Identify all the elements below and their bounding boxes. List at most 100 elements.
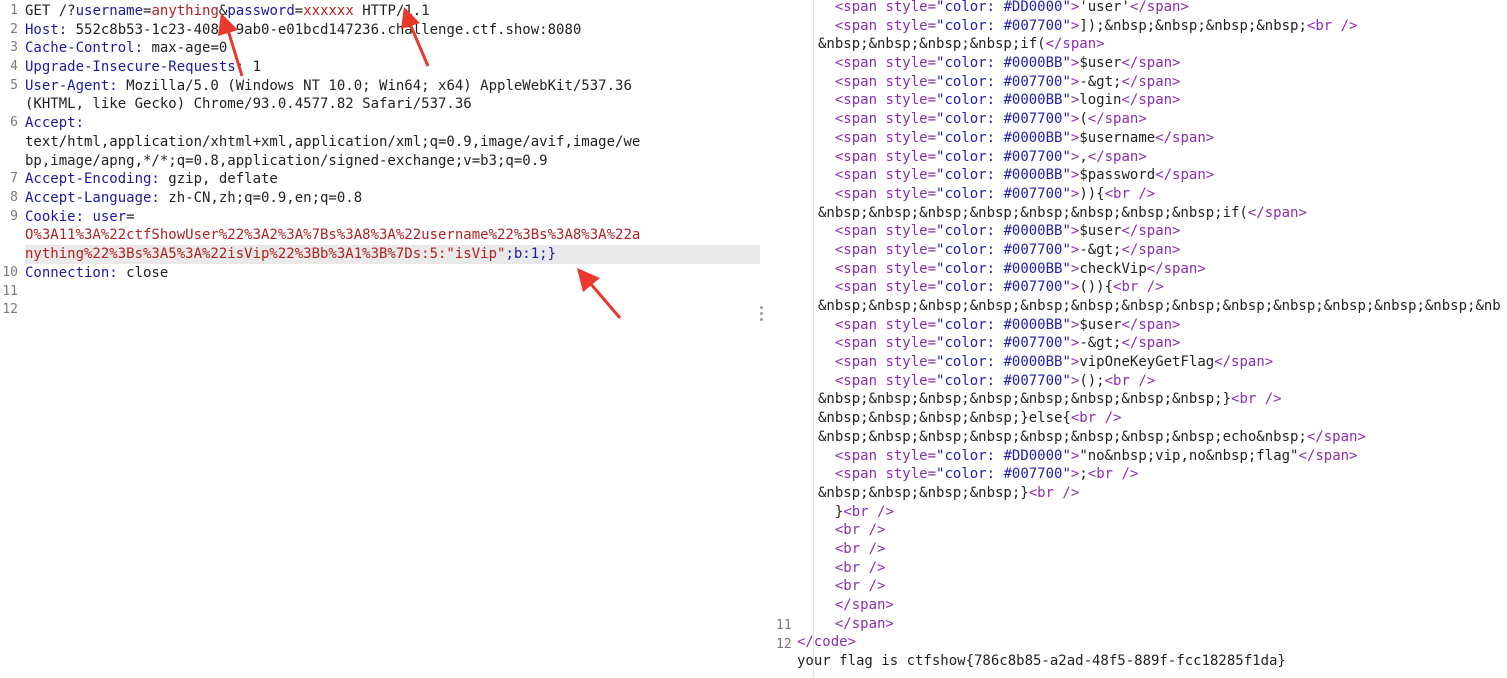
code-token: 'user' bbox=[1079, 0, 1130, 15]
html-tag: </span> bbox=[1306, 428, 1366, 445]
html-attr: style= bbox=[877, 17, 937, 34]
html-tag: </span> bbox=[1121, 335, 1181, 352]
line-number: 12 bbox=[776, 636, 792, 652]
request-line-gutter: 1 2 3 4 5 6 7 8 9 10 11 12 bbox=[0, 0, 22, 678]
code-token: &nbsp;&nbsp;&nbsp;&nbsp;}else{ bbox=[818, 410, 1071, 427]
response-line: <span style="color: #DD0000">"no&nbsp;vi… bbox=[818, 447, 1507, 466]
html-attr: style= bbox=[877, 129, 937, 146]
header-upgrade-insecure: Upgrade-Insecure-Requests: 1 bbox=[25, 59, 262, 76]
flag-output: your flag is ctfshow{786c8b85-a2ad-48f5-… bbox=[797, 652, 1507, 671]
response-line: <span style="color: #007700">;<br /> bbox=[818, 465, 1507, 484]
response-viewer[interactable]: <span style="color: #DD0000">'user'</spa… bbox=[797, 0, 1507, 671]
html-attr: style= bbox=[877, 167, 937, 184]
html-tag: </span> bbox=[1121, 223, 1181, 240]
code-token: ()){ bbox=[1079, 279, 1114, 296]
response-line: <span style="color: #0000BB">login</span… bbox=[818, 91, 1507, 110]
html-tag: <span bbox=[834, 185, 878, 202]
code-token: &nbsp;&nbsp;&nbsp;&nbsp;} bbox=[818, 484, 1029, 501]
html-tag: </span> bbox=[1121, 241, 1181, 258]
html-attr: style= bbox=[877, 279, 937, 296]
html-attr-value: "color: #007700" bbox=[936, 372, 1071, 389]
html-tag: <br /> bbox=[834, 522, 886, 539]
response-line: <span style="color: #0000BB">$user</span… bbox=[818, 54, 1507, 73]
code-token: , bbox=[1079, 148, 1088, 165]
code-token: &nbsp;&nbsp;&nbsp;&nbsp;&nbsp;&nbsp;&nbs… bbox=[818, 428, 1307, 445]
response-line: }<br /> bbox=[818, 503, 1507, 522]
code-token: $password bbox=[1079, 167, 1156, 184]
response-line: <span style="color: #007700">-&gt;</span… bbox=[818, 73, 1507, 92]
code-token: $user bbox=[1079, 316, 1122, 333]
response-pane[interactable]: 11 12 <span style="color: #DD0000">'user… bbox=[776, 0, 1507, 678]
html-tag: <span bbox=[834, 466, 878, 483]
param-password-name: password bbox=[227, 3, 295, 19]
response-line: <span style="color: #007700">(</span> bbox=[818, 110, 1507, 129]
html-tag: </span> bbox=[1298, 447, 1358, 464]
code-token: ; bbox=[1079, 466, 1088, 483]
html-tag: </span> bbox=[1121, 55, 1181, 72]
html-tag: <span bbox=[834, 241, 878, 258]
param-password-value[interactable]: xxxxxx bbox=[303, 3, 354, 19]
cookie-value-cont[interactable]: nything%22%3Bs%3A5%3A%22isVip%22%3Bb%3A1… bbox=[25, 244, 760, 264]
html-tag: <br /> bbox=[1231, 391, 1282, 408]
html-tag: </span> bbox=[1087, 111, 1147, 128]
html-attr-value: "color: #007700" bbox=[936, 335, 1071, 352]
html-attr: style= bbox=[877, 148, 937, 165]
code-token: $username bbox=[1079, 129, 1156, 146]
html-tag: <span bbox=[834, 354, 878, 371]
header-accept-value-cont: bp,image/apng,*/*;q=0.8,application/sign… bbox=[25, 152, 548, 169]
html-attr-value: "color: #007700" bbox=[936, 111, 1071, 128]
html-tag: <br /> bbox=[843, 503, 894, 520]
response-line: &nbsp;&nbsp;&nbsp;&nbsp;&nbsp;&nbsp;&nbs… bbox=[818, 297, 1507, 316]
html-tag: </span> bbox=[1247, 204, 1307, 221]
request-editor[interactable]: GET /?username=anything&password=xxxxxx … bbox=[25, 2, 760, 282]
response-line: &nbsp;&nbsp;&nbsp;&nbsp;&nbsp;&nbsp;&nbs… bbox=[818, 204, 1507, 223]
html-tag: <span bbox=[834, 0, 878, 15]
html-tag: <br /> bbox=[1087, 466, 1139, 483]
resize-grip-icon[interactable] bbox=[760, 306, 764, 324]
code-token: )){ bbox=[1079, 185, 1105, 202]
header-user-agent-cont: (KHTML, like Gecko) Chrome/93.0.4577.82 … bbox=[25, 96, 472, 113]
header-user-agent: User-Agent: Mozilla/5.0 (Windows NT 10.0… bbox=[25, 77, 632, 94]
response-line: <span style="color: #0000BB">$username</… bbox=[818, 129, 1507, 148]
param-username-value[interactable]: anything bbox=[151, 3, 218, 19]
response-line: <br /> bbox=[818, 577, 1507, 596]
line-number: 4 bbox=[10, 59, 18, 75]
html-attr: style= bbox=[877, 73, 937, 90]
html-tag: <span bbox=[834, 167, 878, 184]
code-token: vipOneKeyGetFlag bbox=[1079, 354, 1215, 371]
response-line: <span style="color: #0000BB">vipOneKeyGe… bbox=[818, 353, 1507, 372]
response-line: <span style="color: #007700">-&gt;</span… bbox=[818, 241, 1507, 260]
header-accept-encoding: Accept-Encoding: gzip, deflate bbox=[25, 171, 278, 188]
response-line: <span style="color: #007700">)){<br /> bbox=[818, 185, 1507, 204]
html-tag: <br /> bbox=[834, 559, 886, 576]
html-attr-value: "color: #007700" bbox=[936, 185, 1071, 202]
code-token: checkVip bbox=[1079, 260, 1147, 277]
html-tag: </span> bbox=[1087, 148, 1147, 165]
response-line: <br /> bbox=[818, 521, 1507, 540]
response-line: &nbsp;&nbsp;&nbsp;&nbsp;&nbsp;&nbsp;&nbs… bbox=[818, 390, 1507, 409]
pane-divider[interactable] bbox=[760, 0, 776, 678]
response-line: </code> bbox=[797, 633, 1507, 652]
cookie-value[interactable]: O%3A11%3A%22ctfShowUser%22%3A2%3A%7Bs%3A… bbox=[25, 226, 760, 245]
html-attr-value: "color: #0000BB" bbox=[936, 55, 1071, 72]
code-token: ]);&nbsp;&nbsp;&nbsp;&nbsp; bbox=[1079, 17, 1307, 34]
html-tag: </span> bbox=[834, 615, 894, 632]
code-token: &nbsp;&nbsp;&nbsp;&nbsp;&nbsp;&nbsp;&nbs… bbox=[818, 298, 1501, 314]
html-attr-value: "color: #DD0000" bbox=[936, 0, 1071, 15]
html-attr-value: "color: #0000BB" bbox=[936, 167, 1071, 184]
html-tag: </span> bbox=[1155, 129, 1215, 146]
html-attr-value: "color: #007700" bbox=[936, 73, 1071, 90]
request-pane[interactable]: 1 2 3 4 5 6 7 8 9 10 11 12 GET /?usernam… bbox=[0, 0, 760, 678]
response-line: <span style="color: #0000BB">checkVip</s… bbox=[818, 260, 1507, 279]
html-tag: </span> bbox=[1121, 316, 1181, 333]
